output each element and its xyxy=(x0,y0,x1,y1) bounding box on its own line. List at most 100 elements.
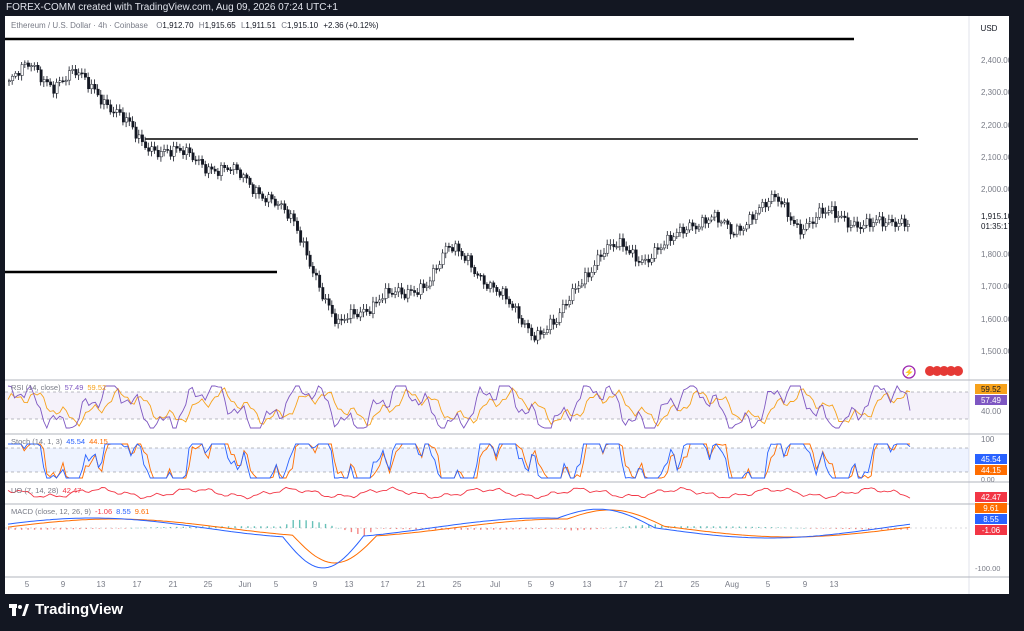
candle-body xyxy=(159,151,163,158)
time-tick-label: 9 xyxy=(803,580,808,589)
macd-histogram-bar xyxy=(408,528,411,530)
candle-body xyxy=(353,309,356,315)
price-tick-label: 2,000.00 xyxy=(981,185,1009,194)
candle-body xyxy=(549,318,553,330)
candle-body xyxy=(799,223,803,235)
candle-body xyxy=(716,211,720,223)
candle-body xyxy=(875,219,879,223)
macd-histogram-bar xyxy=(732,526,734,528)
candle-body xyxy=(827,210,831,213)
time-tick-label: 13 xyxy=(97,580,106,589)
candle-body xyxy=(77,72,81,76)
macd-histogram-bar xyxy=(699,526,702,528)
macd-histogram-bar xyxy=(286,524,288,528)
candle-body xyxy=(213,168,217,172)
candle-body xyxy=(577,285,581,289)
candle-body xyxy=(175,146,179,149)
candle-body xyxy=(485,283,489,289)
macd-signal-line xyxy=(7,509,911,564)
candle-body xyxy=(185,147,189,155)
macd-histogram-bar xyxy=(512,528,514,530)
candle-body xyxy=(758,207,761,214)
candle-body xyxy=(27,62,30,67)
macd-histogram-bar xyxy=(538,528,540,529)
candle-body xyxy=(473,267,477,275)
candle-body xyxy=(302,241,306,243)
rsi-pane xyxy=(5,385,969,430)
macd-histogram-bar xyxy=(292,520,294,528)
macd-histogram-bar xyxy=(208,526,210,528)
macd-histogram-bar xyxy=(66,528,68,530)
candle-body xyxy=(273,198,277,206)
macd-histogram-bar xyxy=(855,528,857,530)
candle-body xyxy=(561,304,565,314)
candle-body xyxy=(663,244,667,249)
macd-histogram-bar xyxy=(906,528,909,530)
macd-histogram-bar xyxy=(583,528,585,530)
macd-histogram-bar xyxy=(467,528,469,530)
candle-body xyxy=(761,202,765,208)
candle-body xyxy=(849,224,853,228)
candle-body xyxy=(631,249,635,254)
candle-body xyxy=(118,109,122,113)
symbol-legend: Ethereum / U.S. Dollar · 4h · Coinbase O… xyxy=(11,21,379,30)
candle-body xyxy=(606,244,610,254)
macd-histogram-bar xyxy=(829,528,831,529)
rsi-ma-badge-text: 59.52 xyxy=(981,385,1002,394)
candle-body xyxy=(337,318,341,324)
macd-histogram-bar xyxy=(363,528,366,536)
candle-body xyxy=(235,164,239,171)
macd-histogram-bar xyxy=(577,528,579,531)
chart-frame: Ethereum / U.S. Dollar · 4h · Coinbase O… xyxy=(5,16,1013,594)
candle-body xyxy=(580,283,584,287)
candle-body xyxy=(511,303,515,308)
us-flag-icon[interactable] xyxy=(953,366,963,376)
candle-body xyxy=(169,150,173,157)
candle-body xyxy=(669,234,673,241)
candle-body xyxy=(514,306,518,308)
macd-histogram-bar xyxy=(790,527,792,529)
time-tick-label: 9 xyxy=(313,580,318,589)
candle-body xyxy=(682,226,686,234)
events-icons[interactable]: ⚡ xyxy=(902,365,963,379)
tradingview-logo[interactable]: TradingView xyxy=(9,601,123,618)
macd-histogram-bar xyxy=(33,528,36,530)
currency-button[interactable]: USD xyxy=(981,24,998,33)
macd-signal-badge-text: 9.61 xyxy=(983,504,999,513)
candle-body xyxy=(251,184,255,194)
candle-body xyxy=(409,289,413,291)
candle-body xyxy=(397,287,401,293)
candle-body xyxy=(872,222,875,228)
time-tick-label: 13 xyxy=(583,580,592,589)
candle-body xyxy=(207,166,211,174)
time-tick-label: 21 xyxy=(417,580,426,589)
candle-body xyxy=(140,134,144,143)
candle-body xyxy=(90,84,94,90)
time-tick-label: Jun xyxy=(239,580,252,589)
macd-histogram-bar xyxy=(486,528,488,530)
candle-body xyxy=(343,319,347,321)
price-tick-label: 2,100.00 xyxy=(981,153,1009,162)
candle-body xyxy=(315,272,318,276)
candle-body xyxy=(856,221,860,228)
candle-body xyxy=(197,159,201,161)
chart-canvas[interactable]: Ethereum / U.S. Dollar · 4h · Coinbase O… xyxy=(5,16,1013,594)
candle-body xyxy=(603,252,606,257)
macd-histogram-bar xyxy=(350,528,353,533)
macd-histogram-bar xyxy=(40,528,42,530)
candle-body xyxy=(644,258,648,261)
candle-body xyxy=(723,220,727,223)
candle-body xyxy=(378,299,382,303)
candle-body xyxy=(615,246,619,248)
time-tick-label: 17 xyxy=(381,580,390,589)
candle-body xyxy=(868,218,872,228)
candle-body xyxy=(362,308,366,313)
candle-body xyxy=(739,225,743,231)
candle-body xyxy=(42,79,46,83)
candle-body xyxy=(128,117,132,122)
candle-body xyxy=(862,224,866,230)
macd-histogram-bar xyxy=(867,528,870,530)
candle-body xyxy=(220,165,223,176)
time-tick-label: 5 xyxy=(274,580,279,589)
macd-histogram-bar xyxy=(111,528,113,529)
